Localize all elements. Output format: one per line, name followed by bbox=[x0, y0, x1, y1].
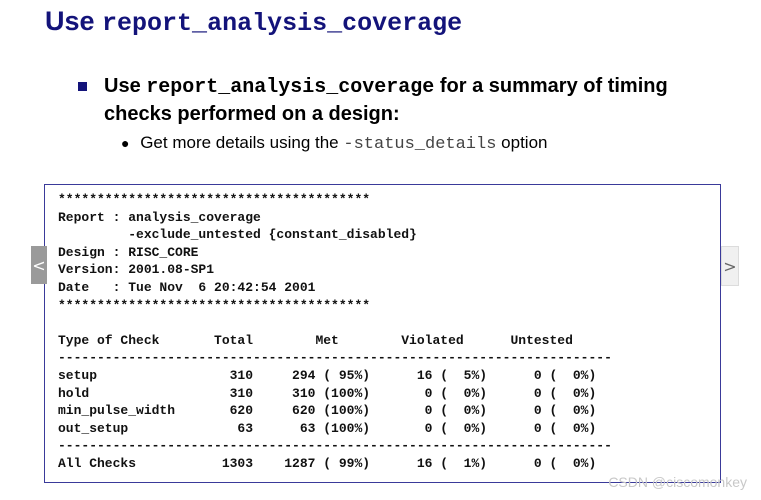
report-line: **************************************** bbox=[58, 192, 371, 207]
report-line: ----------------------------------------… bbox=[58, 438, 612, 454]
report-line: Design : RISC_CORE bbox=[58, 244, 199, 260]
sub-bullet-option: -status_details bbox=[343, 135, 497, 154]
report-line: Version: 2001.08-SP1 bbox=[58, 262, 215, 278]
report-line: Report : analysis_coverage bbox=[58, 209, 261, 225]
report-output: ****************************************… bbox=[58, 191, 612, 473]
watermark: CSDN @ciscomonkey bbox=[608, 474, 747, 490]
report-line: setup 310 294 ( 95%) 16 ( 5%) 0 ( 0%) bbox=[58, 367, 597, 383]
report-line: Type of Check Total Met Violated Unteste… bbox=[58, 332, 573, 348]
bullet-command: report_analysis_coverage bbox=[146, 76, 435, 99]
title-command: report_analysis_coverage bbox=[102, 9, 463, 38]
report-line: All Checks 1303 1287 ( 99%) 16 ( 1%) 0 (… bbox=[58, 455, 597, 471]
report-line: min_pulse_width 620 620 (100%) 0 ( 0%) 0… bbox=[58, 403, 597, 419]
next-slide-button[interactable]: > bbox=[721, 246, 739, 286]
bullet-prefix: Use bbox=[104, 75, 141, 97]
report-line: -exclude_untested {constant_disabled} bbox=[58, 227, 417, 243]
dot-bullet-icon: ● bbox=[121, 135, 130, 151]
previous-slide-button[interactable]: < bbox=[31, 246, 47, 284]
chevron-left-icon: < bbox=[32, 255, 46, 275]
report-line: Date : Tue Nov 6 20:42:54 2001 bbox=[58, 279, 316, 295]
sub-bullet-prefix: Get more details using the bbox=[140, 133, 339, 152]
square-bullet-icon bbox=[78, 82, 87, 91]
report-line: hold 310 310 (100%) 0 ( 0%) 0 ( 0%) bbox=[58, 385, 597, 401]
title-prefix: Use bbox=[45, 6, 95, 36]
sub-bullet: ● Get more details using the -status_det… bbox=[121, 133, 547, 154]
report-line: ----------------------------------------… bbox=[58, 350, 612, 366]
report-box: ****************************************… bbox=[44, 184, 721, 483]
main-bullet: Use report_analysis_coverage for a summa… bbox=[78, 73, 728, 127]
main-bullet-text: Use report_analysis_coverage for a summa… bbox=[104, 73, 728, 127]
slide-title: Use report_analysis_coverage bbox=[45, 6, 462, 38]
report-line: **************************************** bbox=[58, 297, 371, 313]
chevron-right-icon: > bbox=[723, 256, 737, 276]
sub-bullet-suffix: option bbox=[501, 133, 548, 152]
report-line: out_setup 63 63 (100%) 0 ( 0%) 0 ( 0%) bbox=[58, 420, 597, 436]
